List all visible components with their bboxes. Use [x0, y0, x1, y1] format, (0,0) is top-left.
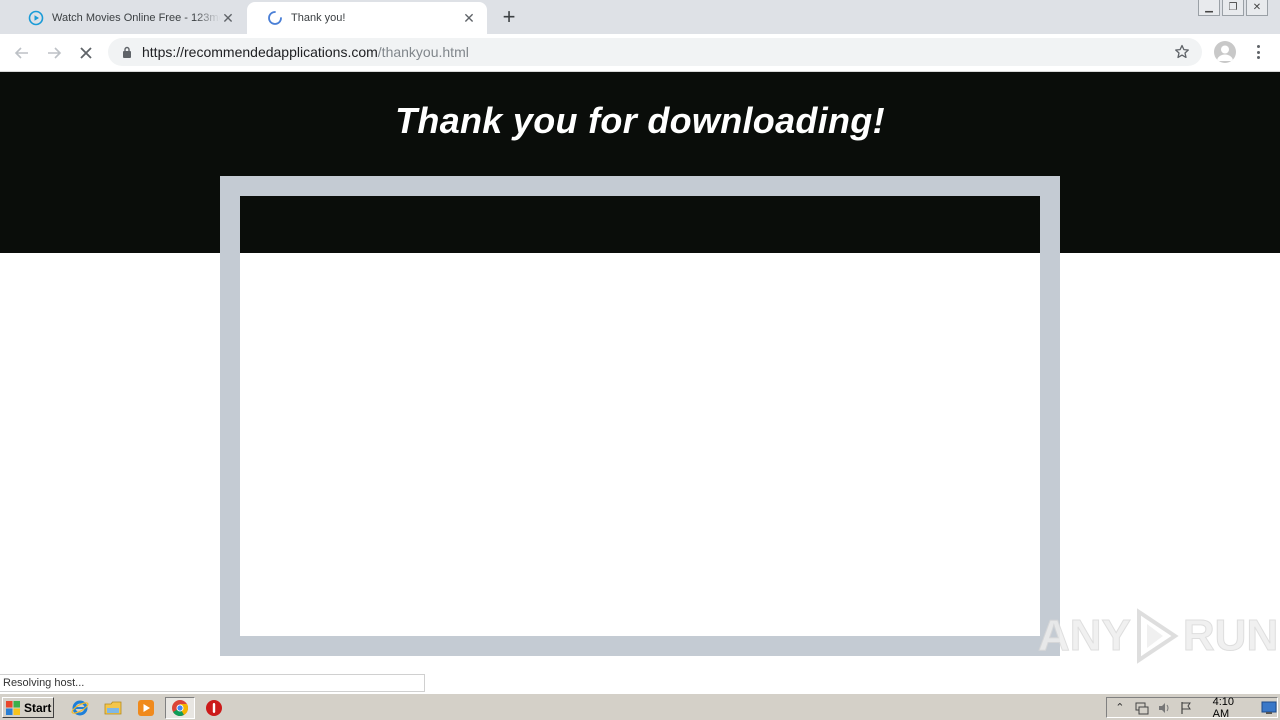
- url-path: /thankyou.html: [377, 44, 469, 60]
- action-center-flag-icon[interactable]: [1179, 700, 1193, 716]
- show-hidden-icons-icon[interactable]: ⌃: [1113, 700, 1127, 716]
- play-triangle-icon: [1136, 608, 1179, 664]
- content-panel-header: [240, 196, 1040, 253]
- kebab-menu-icon[interactable]: [1250, 42, 1266, 62]
- antivirus-alert-icon[interactable]: [204, 698, 224, 718]
- watermark-text-left: ANY: [1038, 611, 1132, 661]
- arrow-left-icon: [14, 47, 28, 59]
- loading-spinner-icon: [267, 10, 283, 26]
- tab-title: Watch Movies Online Free - 123movies: [52, 12, 220, 24]
- lock-icon: [120, 45, 134, 59]
- tab-title: Thank you!: [291, 12, 346, 24]
- start-button[interactable]: Start: [2, 697, 54, 718]
- window-controls: ▁ ❐ ✕: [1198, 0, 1268, 16]
- minimize-icon[interactable]: ▁: [1198, 0, 1220, 16]
- windows-logo-icon: [6, 700, 20, 715]
- arrow-right-icon: [48, 47, 62, 59]
- browser-toolbar: https://recommendedapplications.com/than…: [0, 34, 1280, 72]
- close-icon[interactable]: ✕: [220, 10, 236, 26]
- forward-button[interactable]: [41, 40, 67, 66]
- new-tab-button[interactable]: +: [498, 4, 520, 29]
- tab-thank-you[interactable]: Thank you! ✕: [247, 2, 487, 34]
- tab-strip: Watch Movies Online Free - 123movies ✕ T…: [0, 0, 1280, 34]
- tab-movies[interactable]: Watch Movies Online Free - 123movies ✕: [8, 2, 246, 34]
- close-icon: [80, 47, 92, 59]
- chrome-icon[interactable]: [165, 697, 195, 719]
- anyrun-watermark: ANY RUN: [1038, 608, 1279, 664]
- status-bar: Resolving host...: [0, 674, 425, 692]
- url-host: https://recommendedapplications.com: [142, 44, 378, 60]
- network-icon[interactable]: [1135, 700, 1149, 716]
- taskbar-clock[interactable]: 4:10 AM: [1213, 696, 1247, 720]
- content-frame: [220, 176, 1060, 656]
- play-circle-icon: [28, 10, 44, 26]
- bookmark-star-icon[interactable]: [1174, 44, 1190, 60]
- taskbar: Start ⌃ 4:10 AM: [0, 693, 1280, 720]
- close-window-icon[interactable]: ✕: [1246, 0, 1268, 16]
- back-button[interactable]: [9, 40, 35, 66]
- watermark-text-right: RUN: [1182, 611, 1279, 661]
- restore-icon[interactable]: ❐: [1222, 0, 1244, 16]
- media-player-icon[interactable]: [136, 698, 156, 718]
- page-title: Thank you for downloading!: [395, 100, 885, 141]
- show-desktop-icon[interactable]: [1261, 700, 1277, 716]
- content-panel: [240, 196, 1040, 636]
- url-text: https://recommendedapplications.com/than…: [142, 44, 469, 60]
- internet-explorer-icon[interactable]: [70, 698, 90, 718]
- close-icon[interactable]: ✕: [461, 10, 477, 26]
- stop-loading-button[interactable]: [73, 40, 99, 66]
- system-tray: ⌃ 4:10 AM: [1106, 696, 1278, 720]
- profile-avatar-icon[interactable]: [1214, 41, 1236, 63]
- file-explorer-icon[interactable]: [103, 698, 123, 718]
- address-bar[interactable]: https://recommendedapplications.com/than…: [108, 38, 1202, 66]
- volume-icon[interactable]: [1157, 700, 1171, 716]
- start-label: Start: [24, 700, 52, 715]
